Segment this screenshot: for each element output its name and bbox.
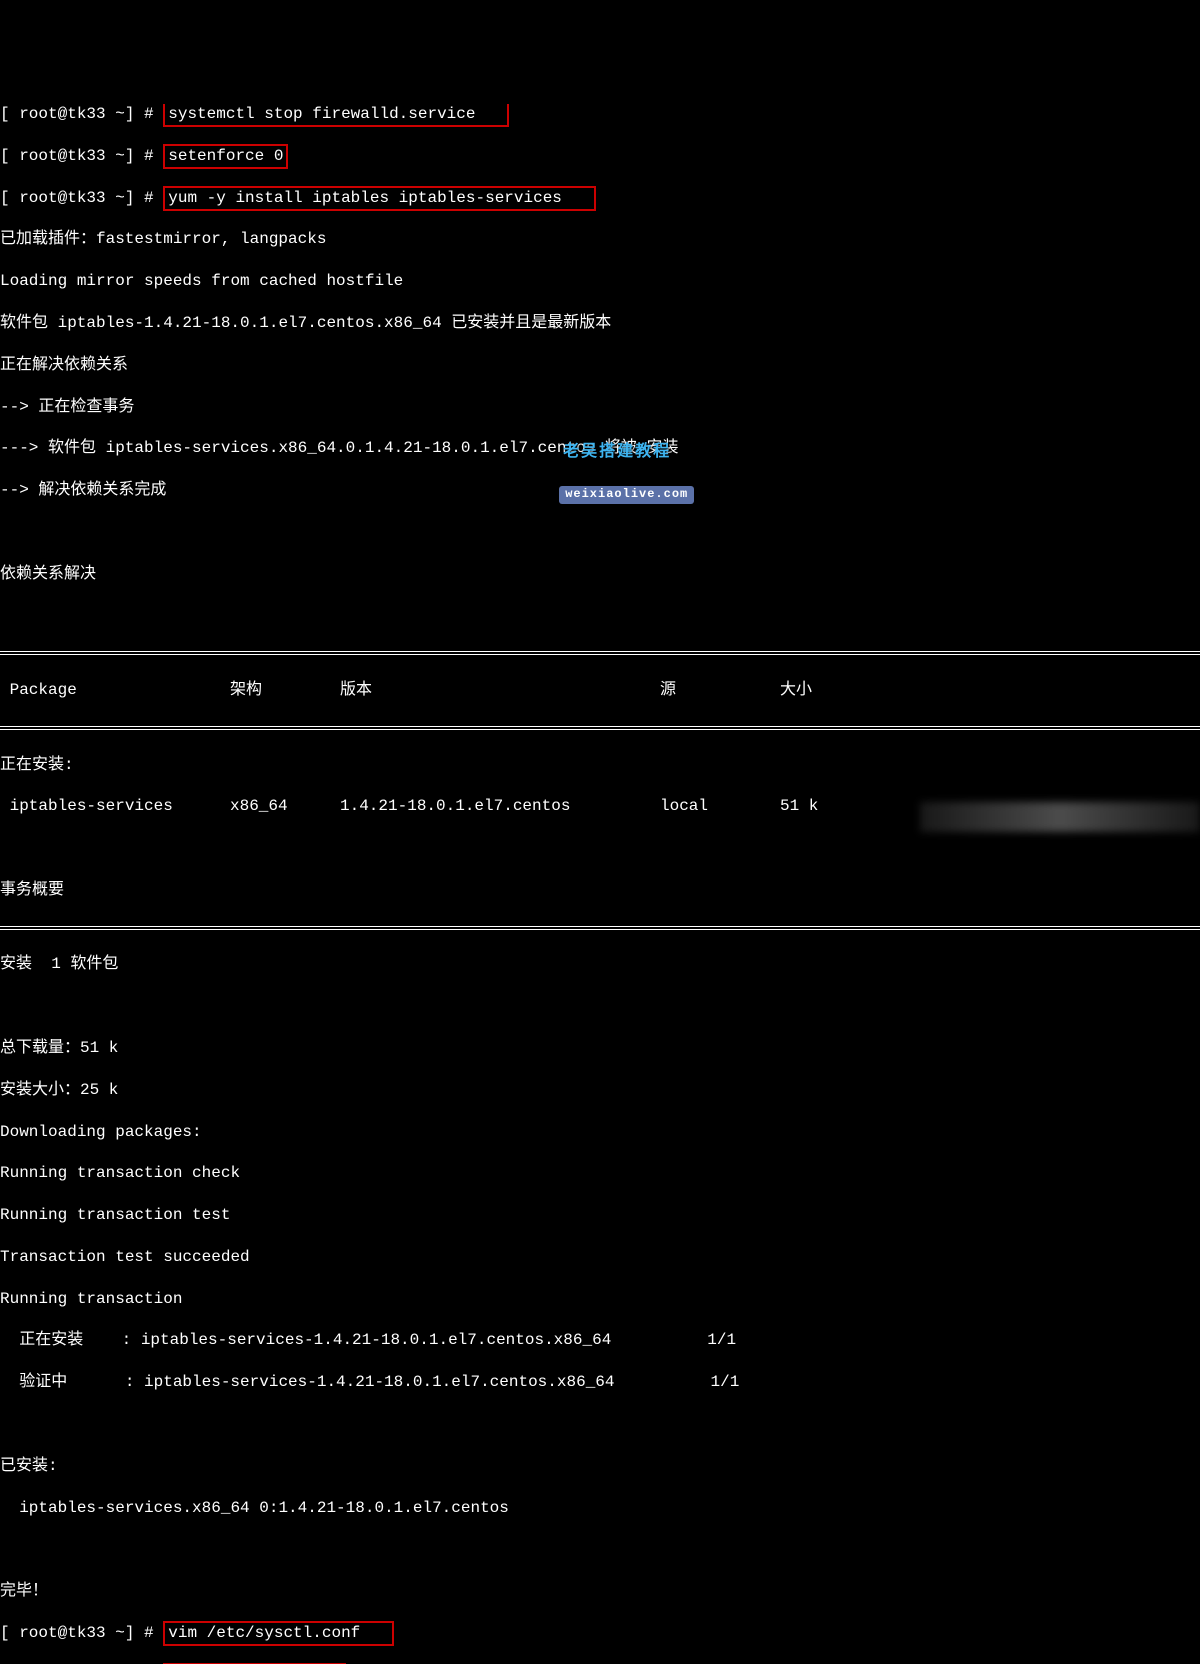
divider-double <box>0 726 1200 730</box>
output-line: 事务概要 <box>0 880 1200 901</box>
command-highlight: yum -y install iptables iptables-service… <box>163 186 595 211</box>
table-cell-size: 51 k <box>780 796 860 817</box>
output-line: 正在安装 : iptables-services-1.4.21-18.0.1.e… <box>0 1330 1200 1351</box>
output-line: Running transaction test <box>0 1205 1200 1226</box>
prompt: [ root@tk33 ~] # <box>0 147 163 165</box>
output-line: 完毕！ <box>0 1581 1200 1602</box>
output-line: 依赖关系解决 <box>0 564 1200 585</box>
command-text: vim /etc/sysctl.conf <box>168 1624 360 1642</box>
command-highlight: sysctl -p <box>163 1663 346 1664</box>
output-line: 已安装: <box>0 1456 1200 1477</box>
output-line: 正在解决依赖关系 <box>0 355 1200 376</box>
output-line: Downloading packages: <box>0 1122 1200 1143</box>
output-line: 安装大小：25 k <box>0 1080 1200 1101</box>
table-cell-package: iptables-services <box>0 796 230 817</box>
terminal-output: [ root@tk33 ~] # systemctl stop firewall… <box>0 83 1200 1664</box>
output-line: 软件包 iptables-1.4.21-18.0.1.el7.centos.x8… <box>0 313 1200 334</box>
command-text: systemctl stop firewalld.service <box>168 105 475 123</box>
prompt: [ root@tk33 ~] # <box>0 189 163 207</box>
table-cell-version: 1.4.21-18.0.1.el7.centos <box>340 796 660 817</box>
watermark: 老吴搭建教程 weixiaolive.com <box>540 400 694 504</box>
output-line: iptables-services.x86_64 0:1.4.21-18.0.1… <box>0 1498 1200 1519</box>
output-line: Running transaction check <box>0 1163 1200 1184</box>
table-header-row: Package架构版本源大小 <box>0 680 1200 701</box>
output-line: 已加载插件：fastestmirror, langpacks <box>0 229 1200 250</box>
divider-double <box>0 651 1200 655</box>
blurred-region <box>920 802 1200 832</box>
table-header-size: 大小 <box>780 680 860 701</box>
prompt: [ root@tk33 ~] # <box>0 1624 163 1642</box>
table-cell-source: local <box>660 796 780 817</box>
table-header-version: 版本 <box>340 680 660 701</box>
output-line: Transaction test succeeded <box>0 1247 1200 1268</box>
output-line: Running transaction <box>0 1289 1200 1310</box>
command-text: setenforce 0 <box>168 147 283 165</box>
table-header-arch: 架构 <box>230 680 340 701</box>
prompt: [ root@tk33 ~] # <box>0 105 163 123</box>
table-cell-arch: x86_64 <box>230 796 340 817</box>
table-header-package: Package <box>0 680 230 701</box>
output-line: 安装 1 软件包 <box>0 954 1200 975</box>
watermark-text-bottom: weixiaolive.com <box>559 486 694 504</box>
command-highlight: setenforce 0 <box>163 144 288 169</box>
table-header-source: 源 <box>660 680 780 701</box>
command-highlight: vim /etc/sysctl.conf <box>163 1621 394 1646</box>
output-line: Loading mirror speeds from cached hostfi… <box>0 271 1200 292</box>
divider-double <box>0 926 1200 930</box>
watermark-text-top: 老吴搭建教程 <box>540 442 694 463</box>
output-line: 总下载量：51 k <box>0 1038 1200 1059</box>
command-highlight: systemctl stop firewalld.service <box>163 104 509 127</box>
output-line: 正在安装: <box>0 755 1200 776</box>
output-line: 验证中 : iptables-services-1.4.21-18.0.1.el… <box>0 1372 1200 1393</box>
command-text: yum -y install iptables iptables-service… <box>168 189 562 207</box>
